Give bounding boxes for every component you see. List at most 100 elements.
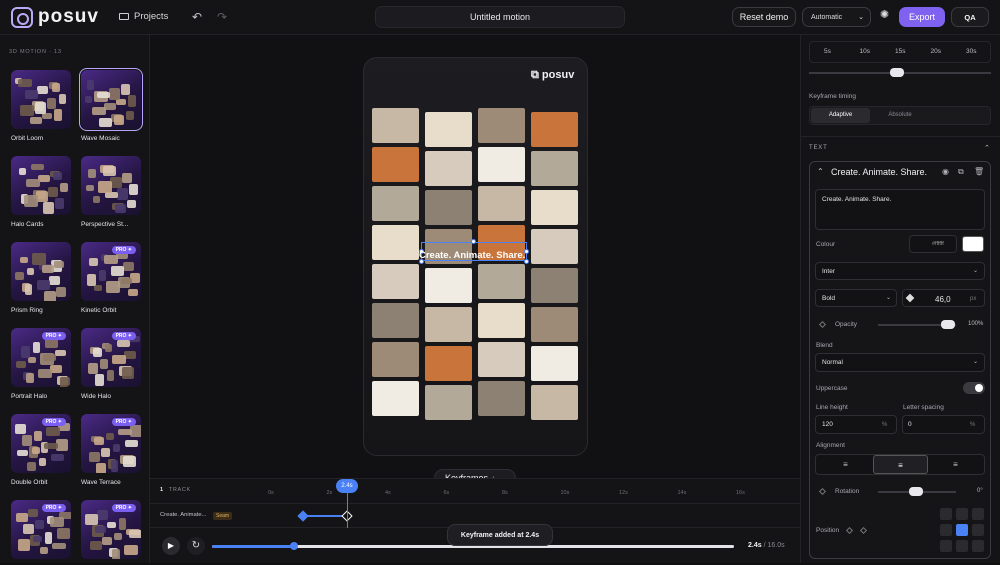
thumbnail-tile bbox=[115, 204, 126, 213]
template-card[interactable]: Prism Ring bbox=[11, 242, 71, 314]
duration-option[interactable]: 10s bbox=[860, 48, 870, 55]
position-cell[interactable] bbox=[956, 524, 968, 536]
timeline-tick: 4s bbox=[385, 490, 391, 496]
position-cell[interactable] bbox=[972, 540, 984, 552]
template-card[interactable]: PRO ✦ Kinetic Orbit bbox=[81, 242, 141, 314]
thumbnail-tile bbox=[25, 284, 32, 295]
chevron-up-icon[interactable]: ⌃ bbox=[817, 167, 824, 176]
reset-demo-button[interactable]: Reset demo bbox=[732, 7, 796, 27]
playhead-badge[interactable]: 2.4s bbox=[336, 479, 358, 493]
mosaic-image-tile bbox=[372, 342, 419, 377]
template-thumbnail: PRO ✦ bbox=[11, 500, 71, 559]
thumbnail-tile bbox=[43, 354, 56, 361]
redo-icon[interactable]: ↷ bbox=[215, 10, 229, 24]
thumbnail-tile bbox=[19, 168, 26, 175]
scrub-knob[interactable] bbox=[290, 542, 298, 550]
template-card[interactable]: Orbit Loom bbox=[11, 70, 71, 142]
loop-icon[interactable]: ↻ bbox=[187, 537, 205, 555]
thumbnail-tile bbox=[55, 198, 64, 209]
position-cell[interactable] bbox=[956, 508, 968, 520]
timing-adaptive-option[interactable]: Adaptive bbox=[811, 108, 870, 123]
phone-logo-text: ⧉ posuv bbox=[531, 69, 575, 81]
template-card[interactable]: PRO ✦ Wave Terrace bbox=[81, 414, 141, 486]
duration-option[interactable]: 20s bbox=[931, 48, 941, 55]
letter-spacing-label: Letter spacing bbox=[903, 404, 944, 411]
mosaic-image-tile bbox=[425, 346, 472, 381]
thumbnail-tile bbox=[42, 265, 54, 273]
mosaic-image-tile bbox=[478, 381, 525, 416]
mosaic-image-tile bbox=[478, 147, 525, 182]
caption-text[interactable]: Create. Animate. Share. bbox=[419, 250, 525, 261]
align-left-icon[interactable]: ≡ bbox=[818, 455, 873, 474]
thumbnail-tile bbox=[38, 369, 52, 378]
position-cell[interactable] bbox=[940, 524, 952, 536]
duration-slider-knob[interactable] bbox=[890, 68, 904, 77]
thumbnail-tile bbox=[37, 86, 48, 94]
thumbnail-tile bbox=[87, 80, 94, 90]
template-card[interactable]: Wave Mosaic bbox=[79, 68, 143, 142]
mosaic-image-tile bbox=[531, 346, 578, 381]
template-name: Wave Terrace bbox=[81, 479, 121, 486]
mode-select[interactable]: Automatic ⌄ bbox=[802, 7, 871, 27]
duplicate-icon[interactable]: ⧉ bbox=[958, 167, 964, 177]
position-cell[interactable] bbox=[940, 540, 952, 552]
align-right-icon[interactable]: ≡ bbox=[928, 455, 983, 474]
rotation-slider-knob[interactable] bbox=[909, 487, 923, 496]
section-title: 3D MOTION · 13 bbox=[9, 49, 62, 55]
thumbnail-tile bbox=[105, 344, 112, 352]
thumbnail-tile bbox=[18, 539, 30, 551]
blend-value: Normal bbox=[822, 359, 843, 366]
track-name: Create. Animate... bbox=[160, 512, 207, 518]
play-icon[interactable]: ▶ bbox=[162, 537, 180, 555]
template-card[interactable]: Perspective St... bbox=[81, 156, 141, 228]
thumbnail-tile bbox=[55, 350, 66, 356]
duration-option[interactable]: 15s bbox=[895, 48, 905, 55]
colour-swatch[interactable] bbox=[962, 236, 984, 252]
template-card[interactable]: PRO ✦ Wide Halo bbox=[81, 328, 141, 400]
position-cell[interactable] bbox=[972, 524, 984, 536]
pro-badge: PRO ✦ bbox=[111, 246, 136, 254]
font-family-select[interactable] bbox=[815, 262, 985, 280]
template-card[interactable]: PRO ✦ bbox=[81, 500, 141, 565]
chevron-up-icon[interactable]: ⌃ bbox=[984, 144, 990, 152]
playhead-line[interactable] bbox=[347, 488, 348, 528]
uppercase-toggle[interactable] bbox=[963, 382, 985, 394]
opacity-value: 100% bbox=[968, 321, 984, 327]
thumbnail-tile bbox=[33, 342, 40, 353]
undo-icon[interactable]: ↶ bbox=[190, 10, 204, 24]
rotation-label: Rotation bbox=[835, 488, 860, 495]
timing-absolute-option[interactable]: Absolute bbox=[871, 108, 929, 123]
thumbnail-tile bbox=[85, 96, 92, 103]
thumbnail-tile bbox=[93, 348, 102, 357]
qa-button[interactable]: QA bbox=[951, 7, 989, 27]
template-name: Halo Cards bbox=[11, 221, 44, 228]
thumbnail-tile bbox=[103, 166, 116, 176]
opacity-slider-knob[interactable] bbox=[941, 320, 955, 329]
template-card[interactable]: PRO ✦ bbox=[11, 500, 71, 565]
position-cell[interactable] bbox=[956, 540, 968, 552]
document-title[interactable]: Untitled motion bbox=[375, 6, 625, 28]
projects-button[interactable]: Projects bbox=[119, 11, 168, 22]
theme-sun-icon[interactable]: ✺ bbox=[878, 9, 891, 22]
rotate-handle[interactable] bbox=[471, 239, 476, 244]
thumbnail-tile bbox=[37, 280, 50, 290]
timeline-tick: 8s bbox=[502, 490, 508, 496]
trash-icon[interactable]: 🗑 bbox=[974, 167, 984, 176]
mosaic-image-tile bbox=[478, 108, 525, 143]
position-cell[interactable] bbox=[940, 508, 952, 520]
thumbnail-tile bbox=[122, 367, 134, 379]
chevron-down-icon: ⌄ bbox=[973, 359, 979, 365]
duration-option[interactable]: 5s bbox=[824, 48, 831, 55]
template-card[interactable]: PRO ✦ Double Orbit bbox=[11, 414, 71, 486]
current-time: 2.4s bbox=[748, 542, 762, 549]
export-button[interactable]: Export bbox=[899, 7, 945, 27]
template-card[interactable]: PRO ✦ Portrait Halo bbox=[11, 328, 71, 400]
thumbnail-tile bbox=[34, 431, 42, 441]
template-card[interactable]: Halo Cards bbox=[11, 156, 71, 228]
position-cell[interactable] bbox=[972, 508, 984, 520]
eye-icon[interactable]: ◉ bbox=[942, 167, 949, 176]
align-center-icon[interactable]: ≡ bbox=[873, 455, 928, 474]
seam-tag: Seam bbox=[213, 512, 233, 520]
thumbnail-tile bbox=[44, 291, 56, 301]
duration-option[interactable]: 30s bbox=[966, 48, 976, 55]
